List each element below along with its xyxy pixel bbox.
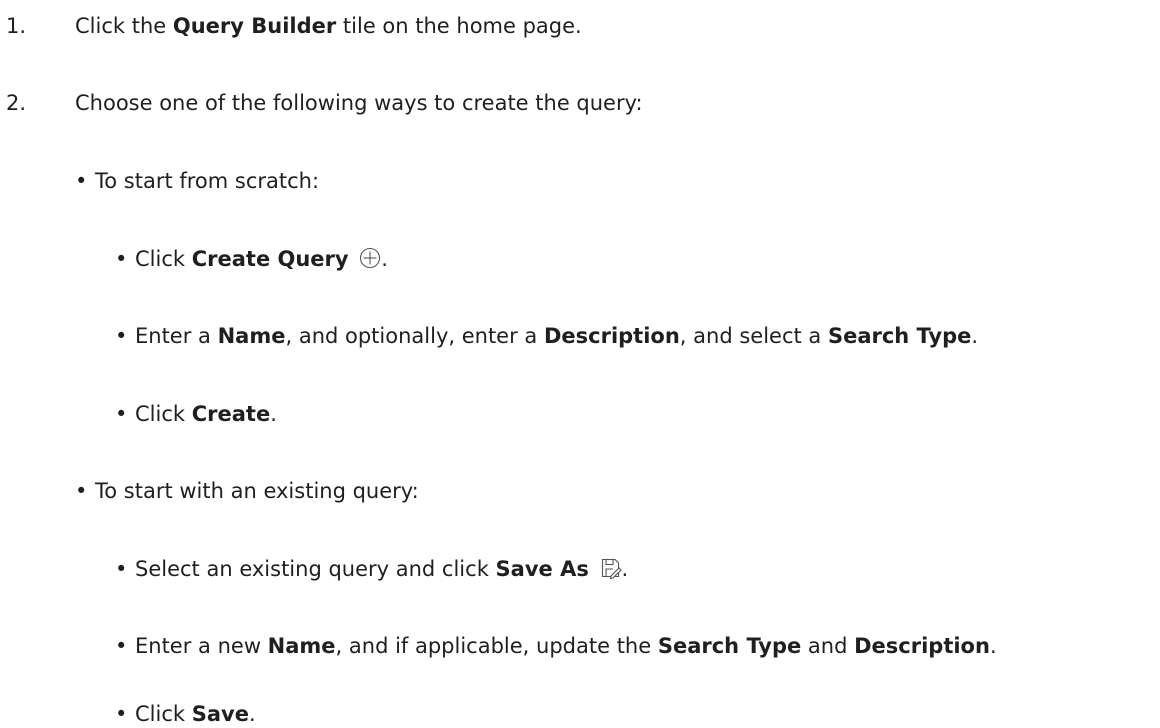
text-run: Select an existing query and click: [135, 557, 496, 581]
step-number: 2.: [6, 91, 27, 115]
item-text: Click Create Query .: [135, 247, 388, 271]
bold-term: Description: [854, 634, 990, 658]
bullet: •: [115, 247, 128, 271]
step-text: Click the Query Builder tile on the home…: [75, 14, 582, 38]
text-run: [589, 557, 596, 581]
item-text: Click Create.: [135, 402, 277, 426]
bullet: •: [115, 402, 128, 426]
text-run: Click: [135, 702, 192, 726]
text-run: Click: [135, 402, 192, 426]
item-text: Click Save.: [135, 702, 256, 726]
text-run: , and if applicable, update the: [335, 634, 658, 658]
list-item: • Click Create Query .: [115, 245, 388, 276]
item-text: Select an existing query and click Save …: [135, 557, 628, 581]
bold-term: Create Query: [191, 247, 349, 271]
bullet: •: [75, 169, 88, 193]
item-text: Enter a Name, and optionally, enter a De…: [135, 324, 978, 348]
text-run: .: [989, 634, 997, 658]
text-run: Enter a new: [135, 634, 268, 658]
text-run: Click: [135, 247, 192, 271]
option-existing: • To start with an existing query:: [75, 477, 419, 505]
bold-term: Name: [217, 324, 286, 348]
bullet: •: [115, 557, 128, 581]
bold-term: Create: [191, 402, 271, 426]
bullet: •: [115, 634, 128, 658]
list-item: • Enter a new Name, and if applicable, up…: [115, 632, 997, 660]
save-as-icon: [600, 557, 622, 586]
list-item: • Select an existing query and click Save…: [115, 555, 628, 586]
text-run: .: [248, 702, 256, 726]
option-label: To start from scratch:: [95, 169, 320, 193]
text-run: [349, 247, 356, 271]
plus-circle-icon: [359, 247, 381, 276]
step-number: 1.: [6, 14, 27, 38]
bold-term: Search Type: [657, 634, 802, 658]
bullet: •: [75, 479, 88, 503]
text-run: .: [270, 402, 277, 426]
option-scratch: • To start from scratch:: [75, 167, 319, 195]
list-item: • Enter a Name, and optionally, enter a D…: [115, 322, 978, 350]
item-text: Enter a new Name, and if applicable, upd…: [135, 634, 997, 658]
text-run: , and optionally, enter a: [285, 324, 544, 348]
list-item: • Click Save.: [115, 700, 256, 728]
bold-term: Save: [191, 702, 249, 726]
text-run: , and select a: [679, 324, 828, 348]
bold-term: Search Type: [827, 324, 972, 348]
bold-term: Name: [267, 634, 336, 658]
text-run: Enter a: [135, 324, 218, 348]
text-run: .: [621, 557, 629, 581]
query-builder-label: Query Builder: [172, 14, 337, 38]
text-run: .: [971, 324, 979, 348]
step-text: Choose one of the following ways to crea…: [75, 91, 643, 115]
option-label: To start with an existing query:: [95, 479, 419, 503]
bullet: •: [115, 702, 128, 726]
list-item: • Click Create.: [115, 400, 277, 428]
bold-term: Save As: [495, 557, 589, 581]
bullet: •: [115, 324, 128, 348]
text-run: .: [381, 247, 388, 271]
bold-term: Description: [543, 324, 680, 348]
text-run: and: [801, 634, 855, 658]
